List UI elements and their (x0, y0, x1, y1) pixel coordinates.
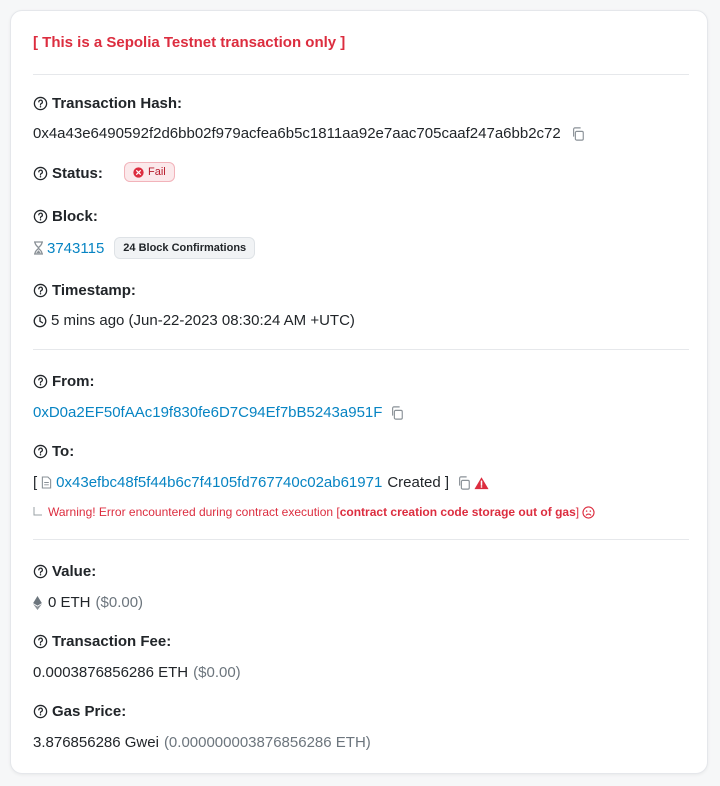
fee-row: 0.0003876856286 ETH ($0.00) (33, 664, 241, 681)
block-confirmations-badge: 24 Block Confirmations (114, 237, 256, 259)
question-circle-icon[interactable] (33, 283, 48, 298)
status-badge-text: Fail (148, 166, 166, 178)
fee-label: Transaction Fee: (52, 633, 172, 650)
question-circle-icon[interactable] (33, 634, 48, 649)
frown-icon (582, 505, 595, 519)
fee-label-row: Transaction Fee: (33, 633, 171, 650)
clock-icon (33, 314, 47, 327)
divider (33, 349, 689, 350)
transaction-details-card: [ This is a Sepolia Testnet transaction … (10, 10, 708, 774)
tx-hash-label: Transaction Hash: (52, 95, 183, 112)
status-badge: Fail (124, 162, 175, 182)
from-row: 0xD0a2EF50fAAc19f830fe6D7C94Ef7bB5243a95… (33, 404, 404, 421)
from-address-link[interactable]: 0xD0a2EF50fAAc19f830fe6D7C94Ef7bB5243a95… (33, 404, 382, 421)
hourglass-icon (34, 241, 43, 255)
status-label-row: Status: (33, 165, 103, 182)
copy-icon[interactable] (571, 126, 585, 141)
timestamp-row: 5 mins ago (Jun-22-2023 08:30:24 AM +UTC… (33, 312, 355, 329)
value-row: 0 ETH ($0.00) (33, 594, 143, 611)
from-label: From: (52, 373, 95, 390)
warning-error-reason: contract creation code storage out of ga… (339, 505, 576, 519)
block-label-row: Block: (33, 208, 98, 225)
question-circle-icon[interactable] (33, 564, 48, 579)
to-label-row: To: (33, 443, 74, 460)
to-label: To: (52, 443, 75, 460)
copy-icon[interactable] (457, 475, 471, 490)
tx-hash-label-row: Transaction Hash: (33, 95, 182, 112)
gas-price-eth: (0.000000003876856286 ETH) (163, 734, 371, 751)
warning-text-prefix: Warning! Error encountered during contra… (48, 505, 340, 519)
warning-triangle-icon (474, 476, 489, 489)
status-label: Status: (52, 165, 103, 182)
question-circle-icon[interactable] (33, 704, 48, 719)
timestamp-value: 5 mins ago (Jun-22-2023 08:30:24 AM +UTC… (51, 312, 355, 329)
file-icon (41, 476, 52, 489)
tx-hash-value: 0x4a43e6490592f2d6bb02f979acfea6b5c1811a… (33, 125, 561, 142)
divider (33, 539, 689, 540)
testnet-notice: [ This is a Sepolia Testnet transaction … (33, 34, 346, 51)
gas-price-label-row: Gas Price: (33, 703, 126, 720)
value-label: Value: (52, 563, 97, 580)
corner-arrow-icon (33, 507, 42, 516)
gas-price-amount: 3.876856286 Gwei (33, 734, 159, 751)
copy-icon[interactable] (390, 405, 404, 420)
from-label-row: From: (33, 373, 95, 390)
question-circle-icon[interactable] (33, 374, 48, 389)
value-usd: ($0.00) (95, 594, 144, 611)
gas-price-label: Gas Price: (52, 703, 127, 720)
block-row: 3743115 24 Block Confirmations (33, 237, 256, 259)
divider (33, 74, 689, 75)
tx-hash-row: 0x4a43e6490592f2d6bb02f979acfea6b5c1811a… (33, 125, 585, 142)
value-label-row: Value: (33, 563, 96, 580)
to-created-text: Created ] (387, 474, 450, 491)
question-circle-icon[interactable] (33, 166, 48, 181)
to-open-bracket: [ (33, 474, 38, 491)
contract-warning-row: Warning! Error encountered during contra… (33, 505, 595, 519)
question-circle-icon[interactable] (33, 96, 48, 111)
value-amount: 0 ETH (48, 594, 91, 611)
to-contract-address-link[interactable]: 0x43efbc48f5f44b6c7f4105fd767740c02ab619… (56, 474, 382, 491)
fee-amount: 0.0003876856286 ETH (33, 664, 189, 681)
warning-text-suffix: ] (575, 505, 580, 519)
to-row: [ 0x43efbc48f5f44b6c7f4105fd767740c02ab6… (33, 474, 489, 491)
x-circle-icon (133, 166, 144, 178)
timestamp-label: Timestamp: (52, 282, 136, 299)
block-number-link[interactable]: 3743115 (47, 240, 104, 257)
fee-usd: ($0.00) (193, 664, 241, 681)
block-label: Block: (52, 208, 98, 225)
question-circle-icon[interactable] (33, 444, 48, 459)
question-circle-icon[interactable] (33, 209, 48, 224)
status-badge-wrap: Fail (124, 162, 175, 183)
timestamp-label-row: Timestamp: (33, 282, 136, 299)
ethereum-icon (33, 595, 42, 610)
gas-price-row: 3.876856286 Gwei (0.000000003876856286 E… (33, 734, 371, 751)
